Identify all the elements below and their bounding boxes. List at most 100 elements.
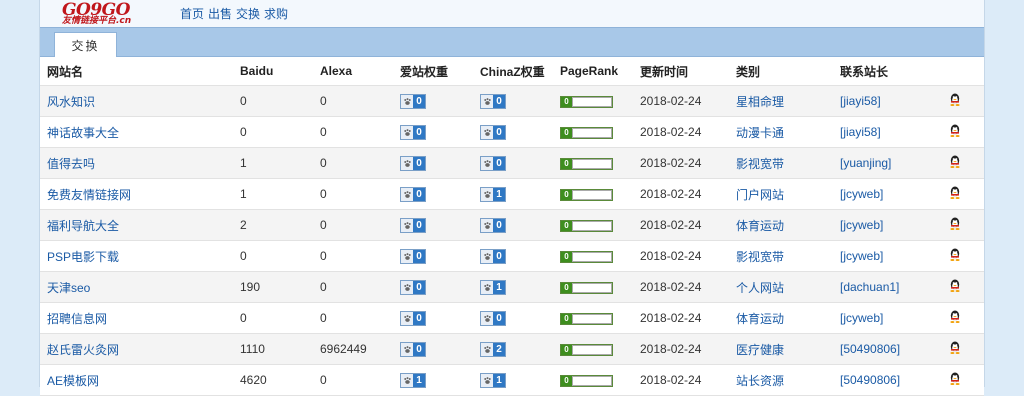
site-name-link[interactable]: 福利导航大全 <box>47 219 119 233</box>
contact-link[interactable]: [dachuan1] <box>840 280 899 294</box>
category-link[interactable]: 站长资源 <box>736 374 784 388</box>
contact-link[interactable]: [jcyweb] <box>840 218 883 232</box>
chinaz-weight-value: 1 <box>493 187 505 201</box>
contact-link[interactable]: [50490806] <box>840 342 900 356</box>
col-header-qq <box>949 57 984 86</box>
table-row: 赵氏雷火灸网 1110 6962449 0 2 0 2018-02-24 医疗健… <box>40 333 984 365</box>
aizhan-weight-badge[interactable]: 0 <box>400 93 426 109</box>
qq-penguin-icon[interactable] <box>949 155 961 168</box>
pagerank-bar: 0 <box>560 188 613 201</box>
chinaz-weight-badge[interactable]: 1 <box>480 279 506 295</box>
aizhan-weight-badge[interactable]: 0 <box>400 248 426 264</box>
chinaz-weight-badge[interactable]: 1 <box>480 372 506 388</box>
nav-home[interactable]: 首页 <box>180 5 204 22</box>
tab-exchange[interactable]: 交换 <box>54 32 117 57</box>
paw-icon <box>401 280 413 294</box>
category-link[interactable]: 影视宽带 <box>736 157 784 171</box>
aizhan-weight-value: 0 <box>413 342 425 356</box>
chinaz-weight-badge[interactable]: 0 <box>480 310 506 326</box>
paw-icon <box>481 311 493 325</box>
category-link[interactable]: 星相命理 <box>736 95 784 109</box>
contact-link[interactable]: [jiayi58] <box>840 94 881 108</box>
alexa-value: 0 <box>320 302 400 334</box>
nav-sell[interactable]: 出售 <box>208 5 232 22</box>
aizhan-weight-badge[interactable]: 0 <box>400 186 426 202</box>
site-logo[interactable]: GO9GO 友情链接平台.cn <box>62 1 170 26</box>
qq-penguin-icon[interactable] <box>949 124 961 137</box>
site-name-link[interactable]: PSP电影下载 <box>47 250 119 264</box>
qq-penguin-icon[interactable] <box>949 248 961 261</box>
baidu-value: 190 <box>240 271 320 303</box>
aizhan-weight-badge[interactable]: 0 <box>400 155 426 171</box>
site-name-link[interactable]: 值得去吗 <box>47 157 95 171</box>
contact-link[interactable]: [jcyweb] <box>840 249 883 263</box>
pagerank-track <box>572 313 612 324</box>
category-link[interactable]: 体育运动 <box>736 312 784 326</box>
updated-date: 2018-02-24 <box>640 302 736 334</box>
qq-penguin-icon[interactable] <box>949 372 961 385</box>
aizhan-weight-badge[interactable]: 0 <box>400 217 426 233</box>
baidu-value: 0 <box>240 302 320 334</box>
site-name-link[interactable]: 招聘信息网 <box>47 312 107 326</box>
contact-link[interactable]: [jiayi58] <box>840 125 881 139</box>
category-link[interactable]: 门户网站 <box>736 188 784 202</box>
category-link[interactable]: 影视宽带 <box>736 250 784 264</box>
site-name-link[interactable]: 天津seo <box>47 281 90 295</box>
site-name-link[interactable]: 赵氏雷火灸网 <box>47 343 119 357</box>
category-link[interactable]: 动漫卡通 <box>736 126 784 140</box>
chinaz-weight-badge[interactable]: 0 <box>480 155 506 171</box>
site-name-link[interactable]: AE模板网 <box>47 374 99 388</box>
baidu-value: 1 <box>240 147 320 179</box>
chinaz-weight-value: 0 <box>493 218 505 232</box>
table-row: 招聘信息网 0 0 0 0 0 2018-02-24 体育运动 [jcyweb] <box>40 302 984 334</box>
qq-penguin-icon[interactable] <box>949 217 961 230</box>
aizhan-weight-value: 0 <box>413 187 425 201</box>
chinaz-weight-value: 0 <box>493 311 505 325</box>
table-row: 值得去吗 1 0 0 0 0 2018-02-24 影视宽带 [yuanjing… <box>40 147 984 179</box>
site-name-link[interactable]: 风水知识 <box>47 95 95 109</box>
chinaz-weight-badge[interactable]: 0 <box>480 93 506 109</box>
site-name-link[interactable]: 免费友情链接网 <box>47 188 131 202</box>
baidu-value: 0 <box>240 240 320 272</box>
category-link[interactable]: 体育运动 <box>736 219 784 233</box>
chinaz-weight-badge[interactable]: 2 <box>480 341 506 357</box>
alexa-value: 0 <box>320 209 400 241</box>
aizhan-weight-value: 0 <box>413 156 425 170</box>
links-table: 网站名 Baidu Alexa 爱站权重 ChinaZ权重 PageRank 更… <box>40 57 984 396</box>
aizhan-weight-badge[interactable]: 0 <box>400 310 426 326</box>
updated-date: 2018-02-24 <box>640 116 736 148</box>
category-link[interactable]: 个人网站 <box>736 281 784 295</box>
category-link[interactable]: 医疗健康 <box>736 343 784 357</box>
contact-link[interactable]: [jcyweb] <box>840 187 883 201</box>
baidu-value: 0 <box>240 85 320 117</box>
aizhan-weight-badge[interactable]: 0 <box>400 341 426 357</box>
contact-link[interactable]: [50490806] <box>840 373 900 387</box>
chinaz-weight-badge[interactable]: 0 <box>480 217 506 233</box>
pagerank-track <box>572 189 612 200</box>
qq-penguin-icon[interactable] <box>949 310 961 323</box>
alexa-value: 0 <box>320 85 400 117</box>
pagerank-track <box>572 375 612 386</box>
qq-penguin-icon[interactable] <box>949 186 961 199</box>
aizhan-weight-value: 1 <box>413 373 425 387</box>
paw-icon <box>401 94 413 108</box>
qq-penguin-icon[interactable] <box>949 341 961 354</box>
nav-exchange[interactable]: 交换 <box>236 5 260 22</box>
aizhan-weight-badge[interactable]: 1 <box>400 372 426 388</box>
nav-buy[interactable]: 求购 <box>264 5 288 22</box>
chinaz-weight-badge[interactable]: 1 <box>480 186 506 202</box>
baidu-value: 4620 <box>240 364 320 396</box>
qq-penguin-icon[interactable] <box>949 93 961 106</box>
paw-icon <box>401 311 413 325</box>
chinaz-weight-badge[interactable]: 0 <box>480 124 506 140</box>
aizhan-weight-badge[interactable]: 0 <box>400 279 426 295</box>
updated-date: 2018-02-24 <box>640 333 736 365</box>
top-nav: 首页 出售 交换 求购 <box>180 5 288 22</box>
site-name-link[interactable]: 神话故事大全 <box>47 126 119 140</box>
contact-link[interactable]: [yuanjing] <box>840 156 891 170</box>
qq-penguin-icon[interactable] <box>949 279 961 292</box>
aizhan-weight-badge[interactable]: 0 <box>400 124 426 140</box>
table-row: PSP电影下载 0 0 0 0 0 2018-02-24 影视宽带 [jcywe… <box>40 240 984 272</box>
contact-link[interactable]: [jcyweb] <box>840 311 883 325</box>
chinaz-weight-badge[interactable]: 0 <box>480 248 506 264</box>
